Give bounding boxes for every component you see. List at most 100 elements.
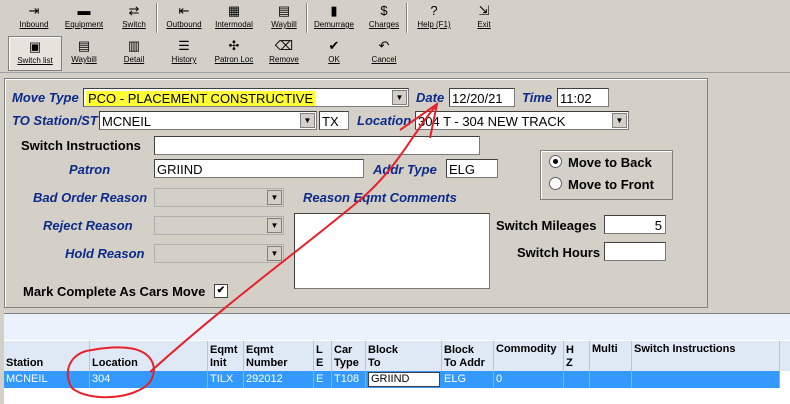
mark-complete-label: Mark Complete As Cars Move xyxy=(23,284,206,299)
column-header-station[interactable]: Station xyxy=(4,341,90,371)
cell-eqmt-init[interactable]: TILX xyxy=(208,371,244,388)
chevron-down-icon[interactable]: ▼ xyxy=(267,218,282,233)
state-field[interactable]: TX xyxy=(319,111,349,130)
move-to-back-radio[interactable]: Move to Back xyxy=(549,155,652,170)
table-row[interactable]: MCNEIL 304 TILX 292012 E T108 GRIIND ELG 0 xyxy=(4,371,780,388)
cell-eqmt-number[interactable]: 292012 xyxy=(244,371,314,388)
toolbar-button-label: Intermodal xyxy=(215,20,253,29)
bad-order-reason-select[interactable]: ▼ xyxy=(154,188,284,207)
switch-instructions-input[interactable] xyxy=(154,136,480,155)
toolbar-button-label: Patron Loc xyxy=(214,55,254,64)
toolbar-button-label: OK xyxy=(328,55,340,64)
column-header-commodity[interactable]: Commodity xyxy=(494,341,564,371)
toolbar-help-f1-button[interactable]: ? Help (F1) xyxy=(408,1,460,34)
patron-label: Patron xyxy=(69,162,111,177)
cell-station[interactable]: MCNEIL xyxy=(4,371,90,388)
cell-block-to[interactable]: GRIIND xyxy=(368,372,440,387)
toolbar-button-label: Demurrage xyxy=(313,20,354,29)
column-header-label: L E xyxy=(316,344,324,369)
chevron-down-icon[interactable]: ▼ xyxy=(392,90,407,105)
reject-reason-select[interactable]: ▼ xyxy=(154,216,284,235)
column-header-switch-instructions[interactable]: Switch Instructions xyxy=(632,341,780,371)
toolbar-charges-button[interactable]: $ Charges xyxy=(358,1,410,34)
chevron-down-icon[interactable]: ▼ xyxy=(267,190,282,205)
cars-grid: Station Location Eqmt Init Eqmt Number L E Ca… xyxy=(4,313,790,404)
move-type-value: PCO - PLACEMENT CONSTRUCTIVE xyxy=(86,91,316,106)
cell-multi[interactable] xyxy=(590,371,632,388)
column-header-block-to[interactable]: Block To xyxy=(366,341,442,371)
toolbar-history-button[interactable]: ☰ History xyxy=(158,36,210,69)
toolbar-outbound-button[interactable]: ⇤ Outbound xyxy=(158,1,210,34)
time-field[interactable]: 11:02 xyxy=(557,88,609,107)
cell-block-to-addr[interactable]: ELG xyxy=(442,371,494,388)
column-header-eqmt-init[interactable]: Eqmt Init xyxy=(208,341,244,371)
column-header-label: Multi xyxy=(592,343,618,355)
toolbar-switch-button[interactable]: ⇄ Switch xyxy=(108,1,160,34)
main-toolbar: ⇥ Inbound ▬ Equipment ⇄ Switch ⇤ Outbound ▦ Inter… xyxy=(0,0,790,36)
hold-reason-select[interactable]: ▼ xyxy=(154,244,284,263)
toolbar-waybill-button[interactable]: ▤ Waybill xyxy=(258,1,310,34)
cell-commodity[interactable]: 0 xyxy=(494,371,564,388)
toolbar-remove-button[interactable]: ⌫ Remove xyxy=(258,36,310,69)
chevron-down-icon[interactable]: ▼ xyxy=(612,113,627,128)
toolbar-exit-button[interactable]: ⇲ Exit xyxy=(458,1,510,34)
cell-switch-instructions[interactable] xyxy=(632,371,780,388)
cell-h-z[interactable] xyxy=(564,371,590,388)
mark-complete-checkbox[interactable]: ✔ xyxy=(214,284,228,298)
ok-check-icon: ✔ xyxy=(328,38,340,53)
column-header-label: Commodity xyxy=(496,343,557,355)
toolbar-button-label: Cancel xyxy=(371,55,397,64)
column-header-l-e[interactable]: L E xyxy=(314,341,332,371)
date-label: Date xyxy=(416,90,445,105)
date-field[interactable]: 12/20/21 xyxy=(449,88,515,107)
move-type-label: Move Type xyxy=(12,90,79,105)
toolbar-equipment-button[interactable]: ▬ Equipment xyxy=(58,1,110,34)
chevron-down-icon[interactable]: ▼ xyxy=(300,113,315,128)
toolbar-inbound-button[interactable]: ⇥ Inbound xyxy=(8,1,60,34)
patron-field[interactable]: GRIIND xyxy=(154,159,364,178)
reason-eqmt-comments-textarea[interactable] xyxy=(294,213,490,289)
column-header-h-z[interactable]: H Z xyxy=(564,341,590,371)
toolbar-intermodal-button[interactable]: ▦ Intermodal xyxy=(208,1,260,34)
cancel-icon: ↶ xyxy=(378,38,390,53)
column-header-location[interactable]: Location xyxy=(90,341,208,371)
to-station-select[interactable]: MCNEIL ▼ xyxy=(99,111,317,130)
chevron-down-icon[interactable]: ▼ xyxy=(267,246,282,261)
cell-l-e[interactable]: E xyxy=(314,371,332,388)
column-header-multi[interactable]: Multi xyxy=(590,341,632,371)
column-header-label: Car Type xyxy=(334,344,359,369)
move-type-select[interactable]: PCO - PLACEMENT CONSTRUCTIVE ▼ xyxy=(83,88,409,107)
switch-mileages-field[interactable]: 5 xyxy=(604,215,666,234)
switch-hours-field[interactable] xyxy=(604,242,666,261)
location-select[interactable]: 304 T - 304 NEW TRACK ▼ xyxy=(415,111,629,130)
switch-toolbar: ▣ Switch list ▤ Waybill ▥ Detail ☰ History ✣ Patr… xyxy=(0,35,790,73)
toolbar-cancel-button[interactable]: ↶ Cancel xyxy=(358,36,410,69)
toolbar-ok-button[interactable]: ✔ OK xyxy=(308,36,360,69)
column-header-eqmt-number[interactable]: Eqmt Number xyxy=(244,341,314,371)
waybill-doc-icon: ▤ xyxy=(77,38,91,53)
remove-icon: ⌫ xyxy=(274,38,294,53)
column-header-label: Station xyxy=(6,357,44,369)
toolbar-button-label: Equipment xyxy=(64,20,104,29)
toolbar-demurrage-button[interactable]: ▮ Demurrage xyxy=(308,1,360,34)
column-header-label: Block To xyxy=(368,344,398,369)
toolbar-detail-button[interactable]: ▥ Detail xyxy=(108,36,160,69)
help-icon: ? xyxy=(430,3,438,18)
toolbar-button-label: Detail xyxy=(123,55,145,64)
cell-car-type[interactable]: T108 xyxy=(332,371,366,388)
switch-instructions-label: Switch Instructions xyxy=(21,138,141,153)
column-header-car-type[interactable]: Car Type xyxy=(332,341,366,371)
toolbar-patron-loc-button[interactable]: ✣ Patron Loc xyxy=(208,36,260,69)
toolbar-waybill-button[interactable]: ▤ Waybill xyxy=(58,36,110,69)
toolbar-button-label: Exit xyxy=(477,20,491,29)
column-header-block-to-addr[interactable]: Block To Addr xyxy=(442,341,494,371)
switch-hours-label: Switch Hours xyxy=(517,245,601,260)
move-to-front-radio[interactable]: Move to Front xyxy=(549,177,654,192)
toolbar-switch-list-button[interactable]: ▣ Switch list xyxy=(8,36,62,71)
addr-type-field[interactable]: ELG xyxy=(446,159,498,178)
outbound-icon: ⇤ xyxy=(178,3,190,18)
toolbar-button-label: History xyxy=(171,55,197,64)
radio-empty-icon xyxy=(549,177,562,190)
toolbar-button-label: Help (F1) xyxy=(417,20,451,29)
cell-location[interactable]: 304 xyxy=(90,371,208,388)
